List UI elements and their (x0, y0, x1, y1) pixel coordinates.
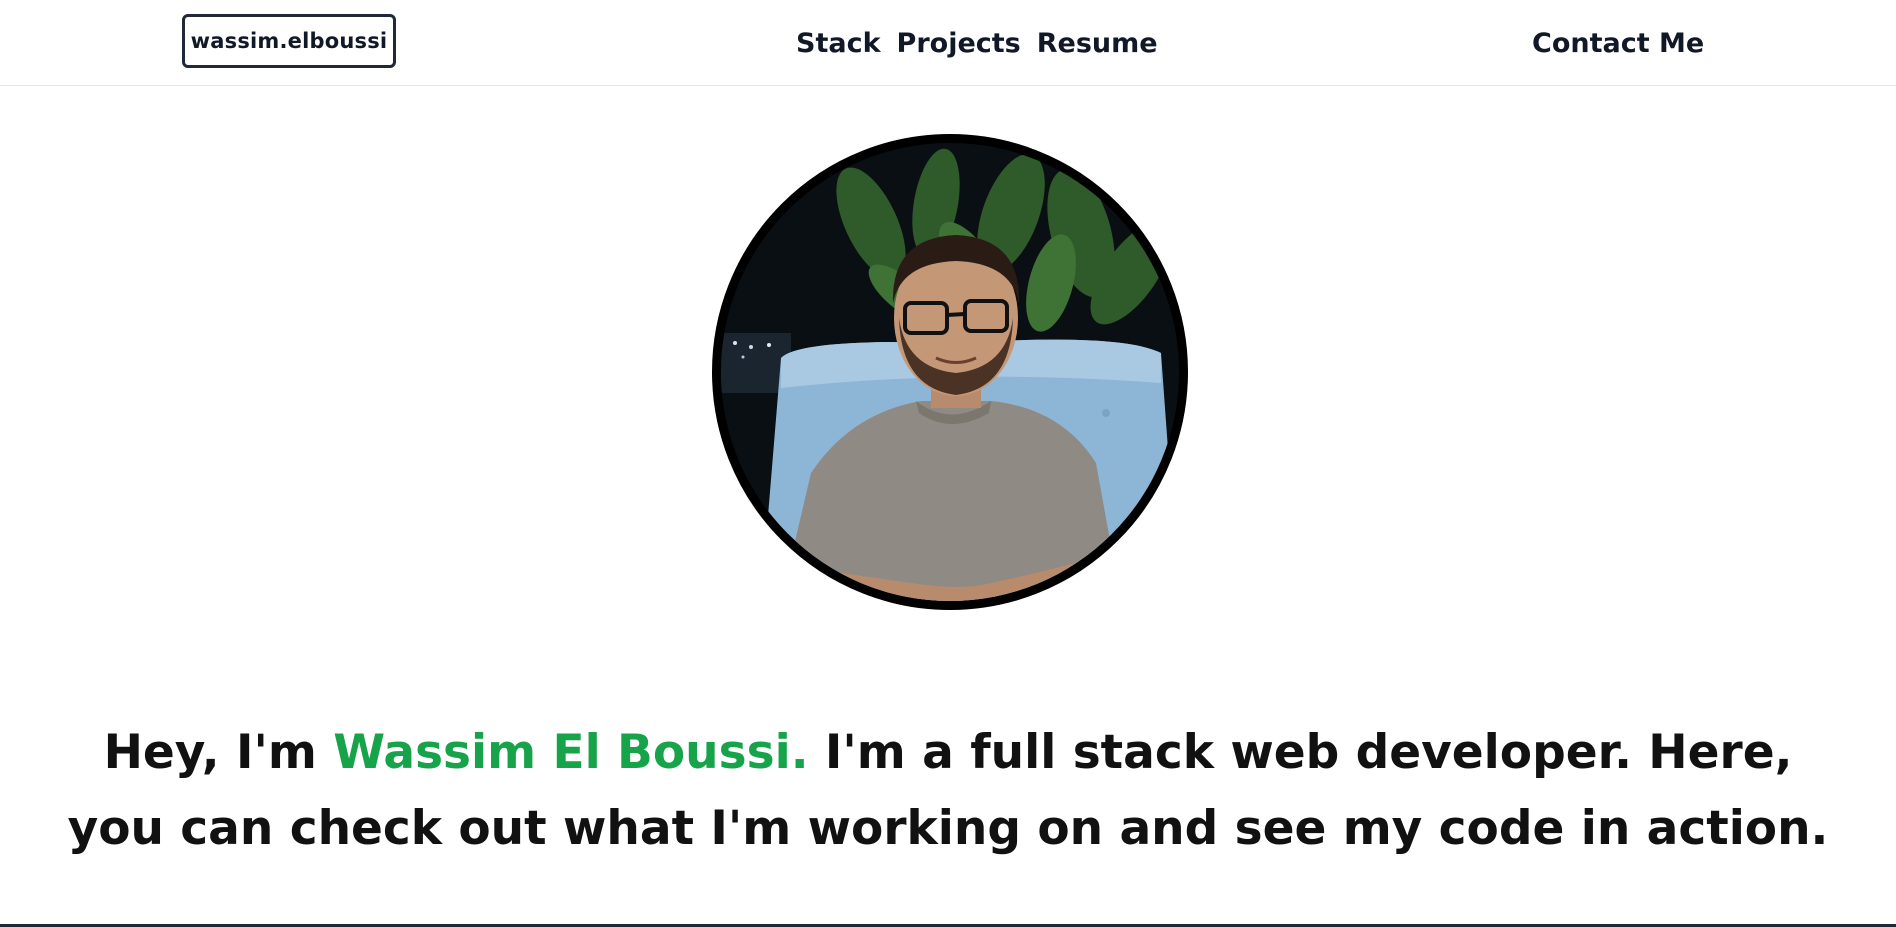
nav-link-resume[interactable]: Resume (1037, 28, 1158, 59)
contact-me-link[interactable]: Contact Me (1532, 22, 1704, 64)
primary-nav: Stack Projects Resume (796, 22, 1158, 64)
profile-avatar (712, 134, 1188, 610)
nav-link-stack[interactable]: Stack (796, 28, 881, 59)
intro-prefix: Hey, I'm (103, 725, 334, 780)
top-navbar: wassim.elboussi Stack Projects Resume Co… (0, 0, 1896, 86)
intro-text: Hey, I'm Wassim El Boussi. I'm a full st… (60, 715, 1836, 867)
nav-link-projects[interactable]: Projects (897, 28, 1021, 59)
brand-logo-button[interactable]: wassim.elboussi (182, 14, 396, 68)
developer-name: Wassim El Boussi. (333, 725, 809, 780)
